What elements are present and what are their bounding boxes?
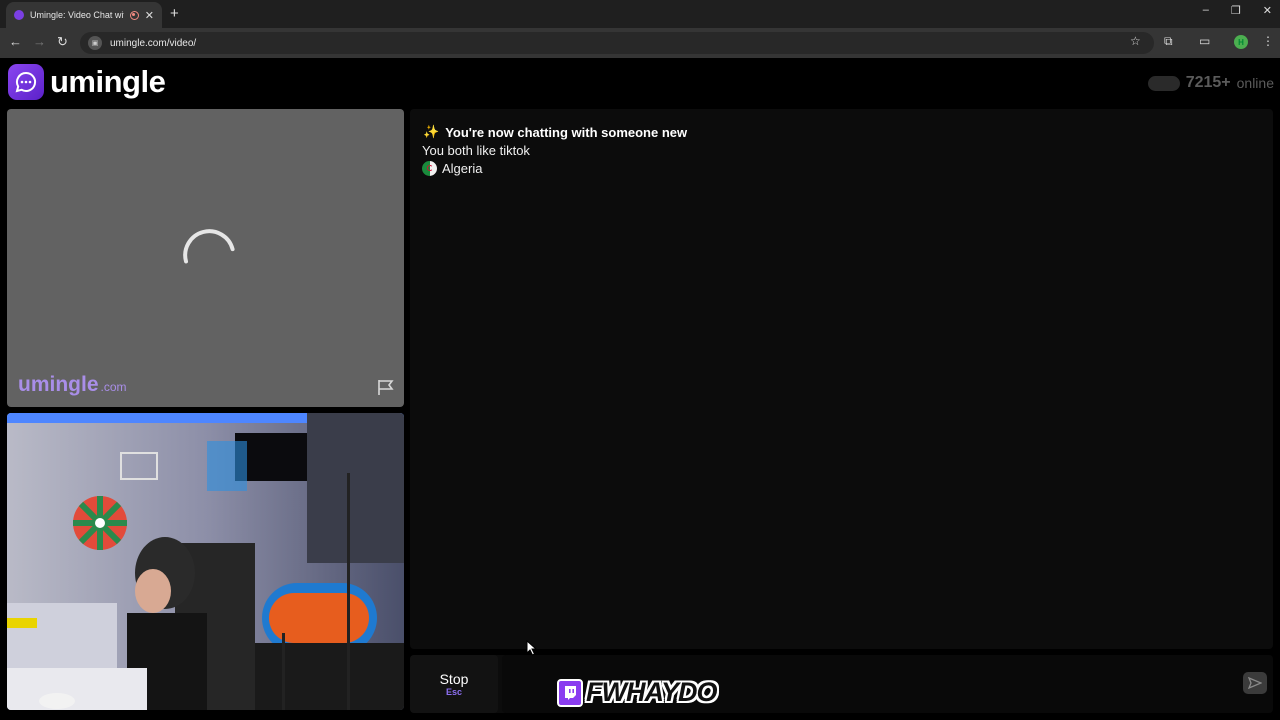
logo-text: umingle (50, 64, 166, 99)
browser-tab-bar: Umingle: Video Chat with S ✕ + – ❐ ✕ (0, 0, 1280, 28)
chat-log: ✨ You're now chatting with someone new Y… (410, 109, 1273, 649)
close-window-button[interactable]: ✕ (1263, 4, 1272, 17)
forward-arrow-icon[interactable]: → (33, 34, 46, 49)
chat-bubble-logo-icon (8, 64, 44, 100)
tab-title: Umingle: Video Chat with S (30, 10, 124, 20)
watermark-suffix: .com (100, 380, 127, 394)
stop-label: Stop (439, 671, 469, 687)
send-button[interactable] (1243, 672, 1267, 694)
video-watermark: umingle .com (18, 373, 127, 397)
menu-kebab-icon[interactable]: ⋮ (1262, 34, 1274, 48)
algeria-flag-icon (422, 161, 437, 176)
back-arrow-icon[interactable]: ← (9, 34, 22, 49)
online-toggle[interactable] (1147, 75, 1180, 91)
chat-message: Algeria (422, 161, 482, 176)
chat-message-text: You're now chatting with someone new (445, 124, 688, 140)
webcam-feed-image (7, 413, 404, 710)
chat-message: You both like tiktok (422, 143, 530, 158)
twitch-icon (557, 678, 583, 707)
address-bar[interactable]: ▣ umingle.com/video/ (80, 32, 1154, 54)
stream-overlay: FWHAYDO (557, 677, 717, 708)
online-indicator: 7215+ online (1147, 74, 1274, 92)
loading-spinner-icon (183, 229, 235, 264)
browser-toolbar: ← → ↻ ▣ umingle.com/video/ ☆ ⧉ ▭ H ⋮ (0, 28, 1280, 58)
watermark-main: umingle (18, 373, 99, 396)
page: umingle 7215+ online umingle .com ✨ You'… (0, 58, 1280, 720)
tab-close-icon[interactable]: ✕ (145, 9, 154, 22)
new-tab-button[interactable]: + (170, 5, 179, 22)
online-count: 7215+ (1185, 74, 1231, 91)
window-controls: – ❐ ✕ (1203, 4, 1272, 17)
browser-tab[interactable]: Umingle: Video Chat with S ✕ (6, 2, 162, 28)
site-info-icon[interactable]: ▣ (88, 36, 102, 50)
chat-message: ✨ You're now chatting with someone new (423, 124, 687, 140)
extensions-icon[interactable]: ⧉ (1164, 34, 1173, 49)
restore-button[interactable]: ❐ (1231, 4, 1241, 17)
stranger-video: umingle .com (7, 109, 404, 407)
bookmark-star-icon[interactable]: ☆ (1130, 34, 1141, 48)
reload-icon[interactable]: ↻ (57, 34, 68, 50)
profile-avatar[interactable]: H (1234, 35, 1248, 49)
chat-controls: Stop Esc (410, 655, 1273, 713)
self-video (7, 413, 404, 710)
send-arrow-icon (1248, 677, 1262, 689)
minimize-button[interactable]: – (1203, 4, 1209, 17)
streamer-name: FWHAYDO (586, 677, 717, 707)
site-logo[interactable]: umingle (8, 64, 166, 100)
mouse-cursor-icon (526, 640, 538, 656)
country-name: Algeria (442, 161, 483, 176)
url-text: umingle.com/video/ (110, 37, 197, 49)
online-label: online (1236, 75, 1274, 91)
stop-button[interactable]: Stop Esc (410, 655, 498, 713)
cast-icon[interactable]: ▭ (1199, 34, 1210, 48)
stop-shortcut: Esc (445, 687, 462, 697)
umingle-favicon-icon (14, 10, 24, 20)
recording-icon (129, 10, 139, 20)
sparkles-icon: ✨ (423, 124, 440, 139)
report-flag-icon[interactable] (376, 378, 396, 396)
